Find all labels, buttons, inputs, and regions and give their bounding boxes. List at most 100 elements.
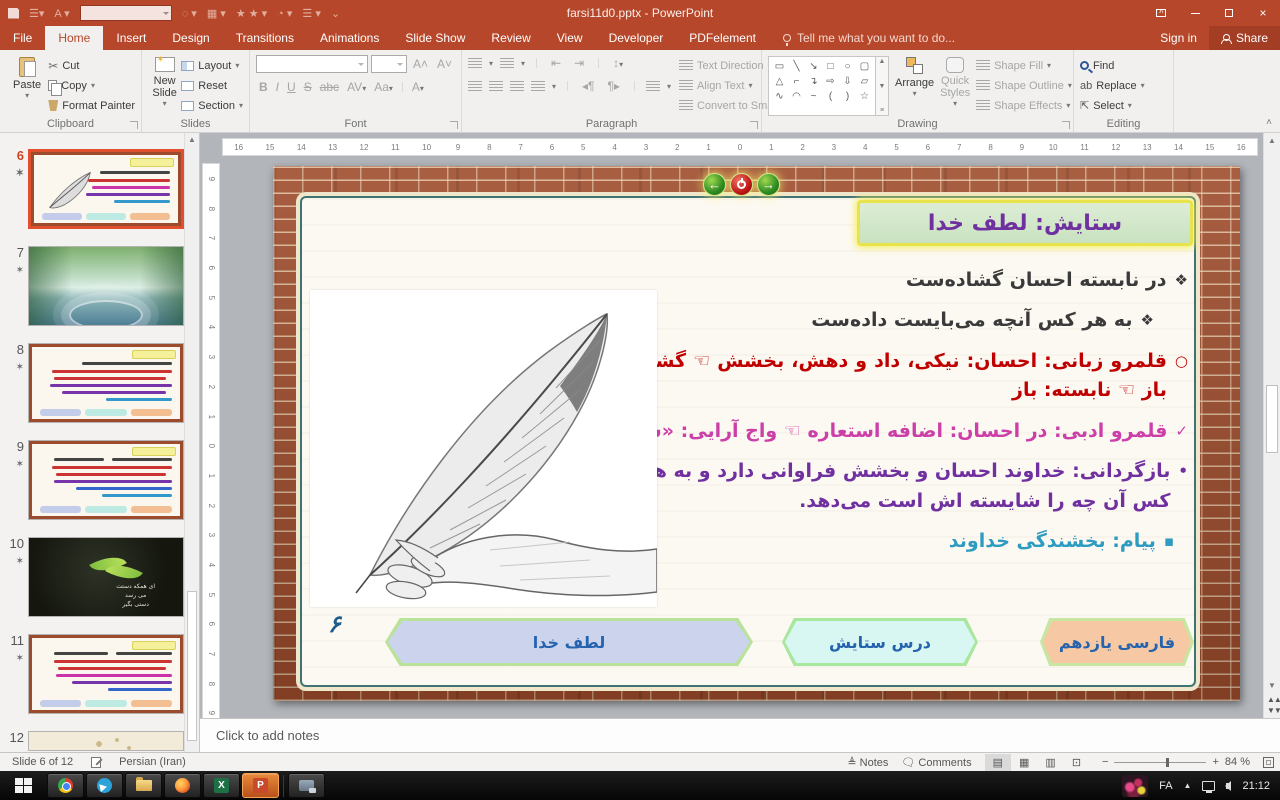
ltr-direction-icon[interactable]: ◂¶ <box>579 79 597 93</box>
zoom-slider-thumb[interactable] <box>1166 758 1169 767</box>
fit-slide-button[interactable] <box>1263 757 1274 768</box>
shapes-gallery-scroll[interactable]: ▲▼≡ <box>876 56 889 116</box>
tab-file[interactable]: File <box>0 26 45 50</box>
reading-view-button[interactable]: ▥ <box>1037 754 1063 771</box>
zoom-slider[interactable] <box>1114 762 1206 763</box>
paste-button[interactable]: Paste▾ <box>6 53 48 117</box>
zoom-in-button[interactable]: + <box>1212 756 1218 768</box>
tab-design[interactable]: Design <box>159 26 222 50</box>
change-case-button[interactable]: Aa▾ <box>371 80 396 94</box>
rtl-direction-icon[interactable]: ¶▸ <box>604 79 622 93</box>
new-slide-button[interactable]: New Slide▾ <box>148 53 181 117</box>
paragraph-dialog-launcher[interactable] <box>750 121 758 129</box>
justify-icon[interactable] <box>531 81 545 92</box>
thumbnail-slide-6[interactable]: 6✶ <box>6 149 184 229</box>
shape-qat-icon[interactable]: ◌ ▾ <box>182 7 197 20</box>
banner-lotf-khoda[interactable]: لطف خدا <box>385 618 753 666</box>
shape-icon[interactable]: ▱ <box>856 74 873 89</box>
star-qat-icon[interactable]: ★ ★ ▾ <box>236 7 267 20</box>
italic-button[interactable]: I <box>273 80 282 94</box>
bold-button[interactable]: B <box>256 80 271 94</box>
shape-icon[interactable]: ◠ <box>788 89 805 104</box>
scroll-down-icon[interactable]: ▼ <box>1268 681 1276 690</box>
font-size-combobox[interactable] <box>371 55 407 73</box>
shapes-gallery[interactable]: ▭╲↘□○▢△⌐↴⇨⇩▱∿◠~()☆ <box>768 56 876 116</box>
arrange-button[interactable]: Arrange▾ <box>895 53 934 117</box>
home-power-button[interactable] <box>730 173 753 196</box>
shape-outline-button[interactable]: Shape Outline▾ <box>976 77 1072 94</box>
bullets-qat-icon[interactable]: ☰▾ <box>29 7 44 20</box>
thumbnail-slide-8[interactable]: 8✶ <box>6 343 184 423</box>
format-painter-button[interactable]: Format Painter <box>48 97 135 114</box>
previous-slide-button[interactable]: ▲▲ <box>1267 695 1280 704</box>
qat-customize-icon[interactable]: ⌄ <box>331 7 340 20</box>
comments-toggle[interactable]: 🗨 Comments <box>901 756 971 769</box>
taskbar-powerpoint-button[interactable]: P <box>242 773 279 798</box>
columns-icon[interactable] <box>646 81 660 92</box>
shape-icon[interactable]: ↘ <box>805 59 822 74</box>
shape-fill-button[interactable]: Shape Fill▾ <box>976 57 1072 74</box>
sign-in-button[interactable]: Sign in <box>1148 26 1209 50</box>
main-scrollbar[interactable]: ▲ ▼ ▲▲ ▼▼ <box>1263 133 1280 718</box>
collapse-ribbon-icon[interactable]: ˄ <box>1266 117 1272 128</box>
clock[interactable]: 21:12 <box>1242 780 1270 792</box>
quill-feather-image[interactable] <box>310 290 657 607</box>
taskbar-excel-button[interactable]: X <box>203 773 240 798</box>
align-right-icon[interactable] <box>510 81 524 92</box>
shape-icon[interactable]: ⇨ <box>822 74 839 89</box>
align-center-icon[interactable] <box>489 81 503 92</box>
slide-body-text[interactable]: ❖در نابسته احسان گشاده‌ست ❖به هر کس آنچه… <box>620 266 1188 568</box>
proofing-icon[interactable] <box>91 757 101 768</box>
previous-arrow-button[interactable]: ← <box>703 173 726 196</box>
font-color-qat-icon[interactable]: A ▾ <box>54 7 69 20</box>
tell-me-box[interactable]: Tell me what you want to do... <box>783 26 955 50</box>
restore-button[interactable] <box>1212 0 1246 26</box>
language-switcher[interactable]: FA <box>1159 780 1172 792</box>
refresh-qat-icon[interactable]: ◔ ▾ <box>277 7 292 20</box>
tab-developer[interactable]: Developer <box>596 26 677 50</box>
shape-icon[interactable]: ( <box>822 89 839 104</box>
layout-button[interactable]: Layout▾ <box>181 57 243 74</box>
shape-icon[interactable]: ⇩ <box>839 74 856 89</box>
shape-icon[interactable]: ▭ <box>771 59 788 74</box>
thumbnail-slide-11[interactable]: 11✶ <box>6 634 184 714</box>
taskbar-firefox-button[interactable] <box>164 773 201 798</box>
taskbar-telegram-button[interactable] <box>86 773 123 798</box>
cut-button[interactable]: ✂Cut <box>48 57 135 74</box>
volume-icon[interactable] <box>1226 781 1231 791</box>
find-button[interactable]: Find <box>1080 57 1167 74</box>
shape-icon[interactable]: □ <box>822 59 839 74</box>
thumbnail-slide-7[interactable]: 7✶ <box>6 246 184 326</box>
thumbnail-slide-9[interactable]: 9✶ <box>6 440 184 520</box>
section-button[interactable]: Section▾ <box>181 97 243 114</box>
notes-toggle[interactable]: ≜ Notes <box>847 756 888 769</box>
banner-dars-setayesh[interactable]: درس ستایش <box>782 618 978 666</box>
shape-icon[interactable]: △ <box>771 74 788 89</box>
font-name-combobox[interactable] <box>256 55 368 73</box>
slideshow-view-button[interactable]: ⊡ <box>1064 754 1089 771</box>
next-slide-button[interactable]: ▼▼ <box>1267 706 1280 715</box>
clipboard-dialog-launcher[interactable] <box>130 121 138 129</box>
quick-styles-button[interactable]: Quick Styles▾ <box>940 53 970 117</box>
shape-icon[interactable]: ) <box>839 89 856 104</box>
decrease-indent-icon[interactable]: ⇤ <box>548 56 564 70</box>
tab-animations[interactable]: Animations <box>307 26 392 50</box>
zoom-out-button[interactable]: − <box>1102 756 1108 768</box>
ribbon-display-options-button[interactable] <box>1144 0 1178 26</box>
indent-qat-icon[interactable]: ☰ ▾ <box>302 7 320 20</box>
tab-home[interactable]: Home <box>45 26 103 50</box>
notes-pane[interactable]: Click to add notes <box>200 718 1280 752</box>
replace-button[interactable]: abReplace▾ <box>1080 77 1167 94</box>
taskbar-explorer-button[interactable] <box>125 773 162 798</box>
shape-icon[interactable]: ⌐ <box>788 74 805 89</box>
reset-button[interactable]: Reset <box>181 77 243 94</box>
horizontal-ruler[interactable]: 1615141312111098765432101234567891011121… <box>222 138 1258 156</box>
share-button[interactable]: Share <box>1209 26 1280 50</box>
language-indicator[interactable]: Persian (Iran) <box>119 756 186 768</box>
vertical-ruler[interactable]: 9876543210123456789 <box>202 163 220 729</box>
shape-icon[interactable]: ○ <box>839 59 856 74</box>
tab-pdfelement[interactable]: PDFelement <box>676 26 769 50</box>
shape-icon[interactable]: ☆ <box>856 89 873 104</box>
tab-view[interactable]: View <box>544 26 596 50</box>
shape-effects-button[interactable]: Shape Effects▾ <box>976 97 1072 114</box>
